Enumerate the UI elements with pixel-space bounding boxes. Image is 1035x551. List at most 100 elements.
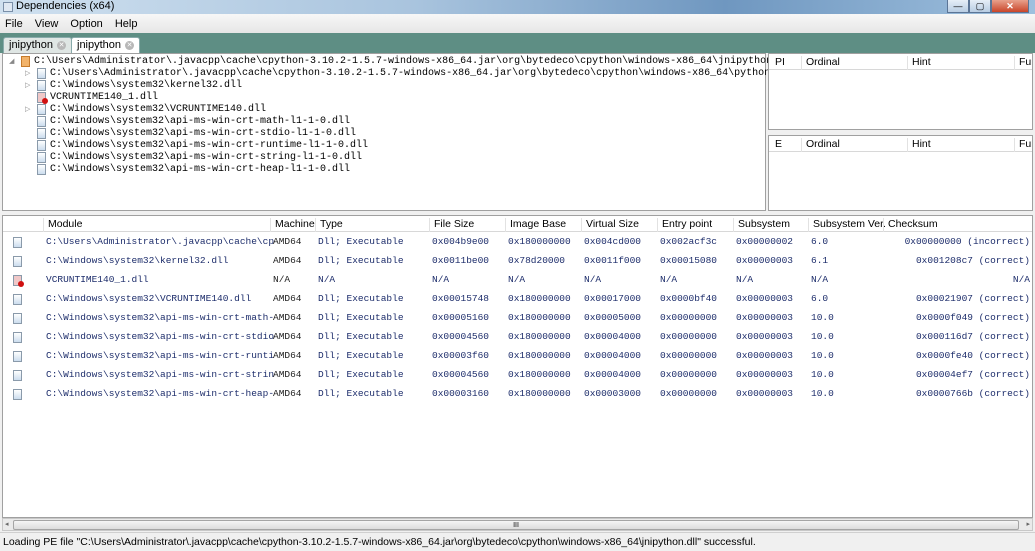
menu-view[interactable]: View bbox=[35, 18, 59, 30]
column-header[interactable]: Virtual Size bbox=[581, 218, 639, 232]
tree-item[interactable]: ◢ C:\Users\Administrator\.javacpp\cache\c… bbox=[9, 56, 796, 68]
close-tab-icon[interactable]: ✕ bbox=[57, 41, 67, 50]
close-tab-icon[interactable]: ✕ bbox=[125, 41, 135, 50]
table-cell: 0x0000bf40 bbox=[660, 293, 718, 304]
menu-help[interactable]: Help bbox=[115, 18, 138, 30]
column-header[interactable]: E bbox=[771, 138, 782, 152]
expander-icon[interactable]: ▷ bbox=[25, 104, 30, 116]
table-cell: 0x00004560 bbox=[432, 331, 490, 342]
tree-item[interactable]: C:\Windows\system32\api-ms-win-crt-strin… bbox=[37, 152, 362, 164]
column-header[interactable]: Machine bbox=[270, 218, 315, 232]
tab-jnipython-1[interactable]: jnipython ✕ bbox=[3, 37, 73, 53]
column-header[interactable]: Hint bbox=[907, 56, 931, 70]
tree-item-label: C:\Windows\system32\VCRUNTIME140.dll bbox=[50, 104, 267, 115]
dll-file-icon bbox=[37, 116, 46, 127]
table-cell: VCRUNTIME140_1.dll bbox=[46, 274, 149, 285]
table-row[interactable]: C:\Users\Administrator\.javacpp\cache\cp… bbox=[3, 233, 1032, 252]
table-cell: C:\Windows\system32\VCRUNTIME140.dll bbox=[46, 293, 252, 304]
tree-item[interactable]: VCRUNTIME140_1.dll bbox=[37, 92, 158, 104]
table-cell: N/A bbox=[1012, 274, 1030, 285]
table-cell: 10.0 bbox=[811, 350, 834, 361]
table-cell: Dll; Executable bbox=[318, 312, 404, 323]
table-row[interactable]: C:\Windows\system32\api-ms-win-crt-stdio… bbox=[3, 328, 1032, 347]
table-cell: 0x00003f60 bbox=[432, 350, 490, 361]
column-header[interactable]: Checksum bbox=[883, 218, 938, 232]
column-header[interactable]: Subsystem Ver. bbox=[808, 218, 886, 232]
tree-item-label: C:\Windows\system32\api-ms-win-crt-runti… bbox=[50, 140, 369, 151]
expander-icon[interactable]: ◢ bbox=[9, 56, 14, 68]
dll-file-icon bbox=[13, 256, 22, 267]
column-header[interactable]: Image Base bbox=[505, 218, 566, 232]
table-cell: 0x00004000 bbox=[584, 369, 642, 380]
menu-bar: File View Option Help bbox=[0, 14, 1035, 33]
menu-option[interactable]: Option bbox=[70, 18, 102, 30]
expander-icon[interactable]: ▷ bbox=[25, 80, 30, 92]
horizontal-scrollbar[interactable]: ◂ III ▸ bbox=[2, 518, 1033, 531]
maximize-button[interactable]: ▢ bbox=[969, 0, 991, 13]
tree-item[interactable]: C:\Windows\system32\api-ms-win-crt-math-… bbox=[37, 116, 350, 128]
table-row[interactable]: C:\Windows\system32\kernel32.dll AMD64 Dll… bbox=[3, 252, 1032, 271]
table-cell: AMD64 bbox=[273, 312, 302, 323]
column-header[interactable]: Fun bbox=[1014, 56, 1032, 70]
table-row[interactable]: C:\Windows\system32\api-ms-win-crt-math-… bbox=[3, 309, 1032, 328]
tab-jnipython-2[interactable]: jnipython ✕ bbox=[71, 37, 141, 53]
column-header[interactable]: Ordinal bbox=[801, 56, 840, 70]
table-cell: C:\Windows\system32\api-ms-win-crt-math- bbox=[46, 312, 275, 323]
column-header[interactable]: Module bbox=[43, 218, 82, 232]
tree-item[interactable]: C:\Windows\system32\api-ms-win-crt-runti… bbox=[37, 140, 368, 152]
table-cell: Dll; Executable bbox=[318, 331, 404, 342]
dll-file-icon bbox=[13, 389, 22, 400]
table-cell: 0x00017000 bbox=[584, 293, 642, 304]
dll-file-icon bbox=[37, 104, 46, 115]
table-cell: 6.1 bbox=[811, 255, 829, 266]
table-row[interactable]: VCRUNTIME140_1.dll N/A N/A N/A N/A N/A N/A N/A N… bbox=[3, 271, 1032, 290]
table-cell: 0x00000003 bbox=[736, 255, 794, 266]
table-row[interactable]: C:\Windows\system32\api-ms-win-crt-heap-… bbox=[3, 385, 1032, 404]
column-header[interactable]: Entry point bbox=[657, 218, 712, 232]
close-button[interactable]: ✕ bbox=[991, 0, 1029, 13]
missing-module-icon bbox=[37, 92, 48, 104]
table-cell: 0x0011be00 bbox=[432, 255, 490, 266]
modules-list[interactable]: Module Machine Type File Size Image Base Virt… bbox=[2, 215, 1033, 518]
column-header[interactable]: Fun bbox=[1014, 138, 1032, 152]
table-cell: C:\Windows\system32\api-ms-win-crt-strin bbox=[46, 369, 275, 380]
column-header[interactable]: Subsystem bbox=[733, 218, 790, 232]
tree-item[interactable]: ▷ C:\Windows\system32\kernel32.dll bbox=[25, 80, 242, 92]
dll-file-icon bbox=[37, 128, 46, 139]
table-cell: 0x00004560 bbox=[432, 369, 490, 380]
table-cell: C:\Users\Administrator\.javacpp\cache\cp bbox=[46, 236, 275, 247]
tree-item[interactable]: ▷ C:\Windows\system32\VCRUNTIME140.dll bbox=[25, 104, 267, 116]
minimize-button[interactable]: — bbox=[947, 0, 969, 13]
table-row[interactable]: C:\Windows\system32\api-ms-win-crt-runti… bbox=[3, 347, 1032, 366]
imports-pane[interactable]: PI Ordinal Hint Fun bbox=[768, 53, 1033, 130]
column-header[interactable]: PI bbox=[771, 56, 785, 70]
dll-file-icon bbox=[37, 164, 46, 175]
column-header[interactable]: Hint bbox=[907, 138, 931, 152]
table-cell: N/A bbox=[318, 274, 336, 285]
tree-item-label: C:\Windows\system32\api-ms-win-crt-strin… bbox=[50, 152, 363, 163]
table-cell: 0x0011f000 bbox=[584, 255, 642, 266]
table-cell: AMD64 bbox=[273, 350, 302, 361]
table-cell: Dll; Executable bbox=[318, 255, 404, 266]
column-header[interactable]: Ordinal bbox=[801, 138, 840, 152]
expander-icon[interactable]: ▷ bbox=[25, 68, 30, 80]
column-header[interactable]: Type bbox=[315, 218, 343, 232]
table-cell: AMD64 bbox=[273, 236, 302, 247]
column-header[interactable]: File Size bbox=[429, 218, 474, 232]
scroll-right-icon[interactable]: ▸ bbox=[1026, 519, 1030, 530]
tree-item[interactable]: C:\Windows\system32\api-ms-win-crt-heap-… bbox=[37, 164, 350, 176]
table-cell: AMD64 bbox=[273, 369, 302, 380]
table-cell: 0x00000000 bbox=[660, 312, 718, 323]
exports-pane[interactable]: E Ordinal Hint Fun bbox=[768, 135, 1033, 211]
menu-file[interactable]: File bbox=[5, 18, 23, 30]
scroll-thumb[interactable]: III bbox=[13, 520, 1019, 530]
tree-item[interactable]: C:\Windows\system32\api-ms-win-crt-stdio… bbox=[37, 128, 356, 140]
tree-item[interactable]: ▷ C:\Users\Administrator\.javacpp\cache\c… bbox=[25, 68, 812, 80]
tab-label: jnipython bbox=[77, 39, 122, 51]
module-tree[interactable]: ◢ C:\Users\Administrator\.javacpp\cache\c… bbox=[2, 53, 812, 211]
table-cell: 0x00015748 bbox=[432, 293, 490, 304]
table-row[interactable]: C:\Windows\system32\VCRUNTIME140.dll AMD6… bbox=[3, 290, 1032, 309]
scroll-left-icon[interactable]: ◂ bbox=[5, 519, 9, 530]
table-row[interactable]: C:\Windows\system32\api-ms-win-crt-strin… bbox=[3, 366, 1032, 385]
table-cell: 0x00004000 bbox=[584, 350, 642, 361]
